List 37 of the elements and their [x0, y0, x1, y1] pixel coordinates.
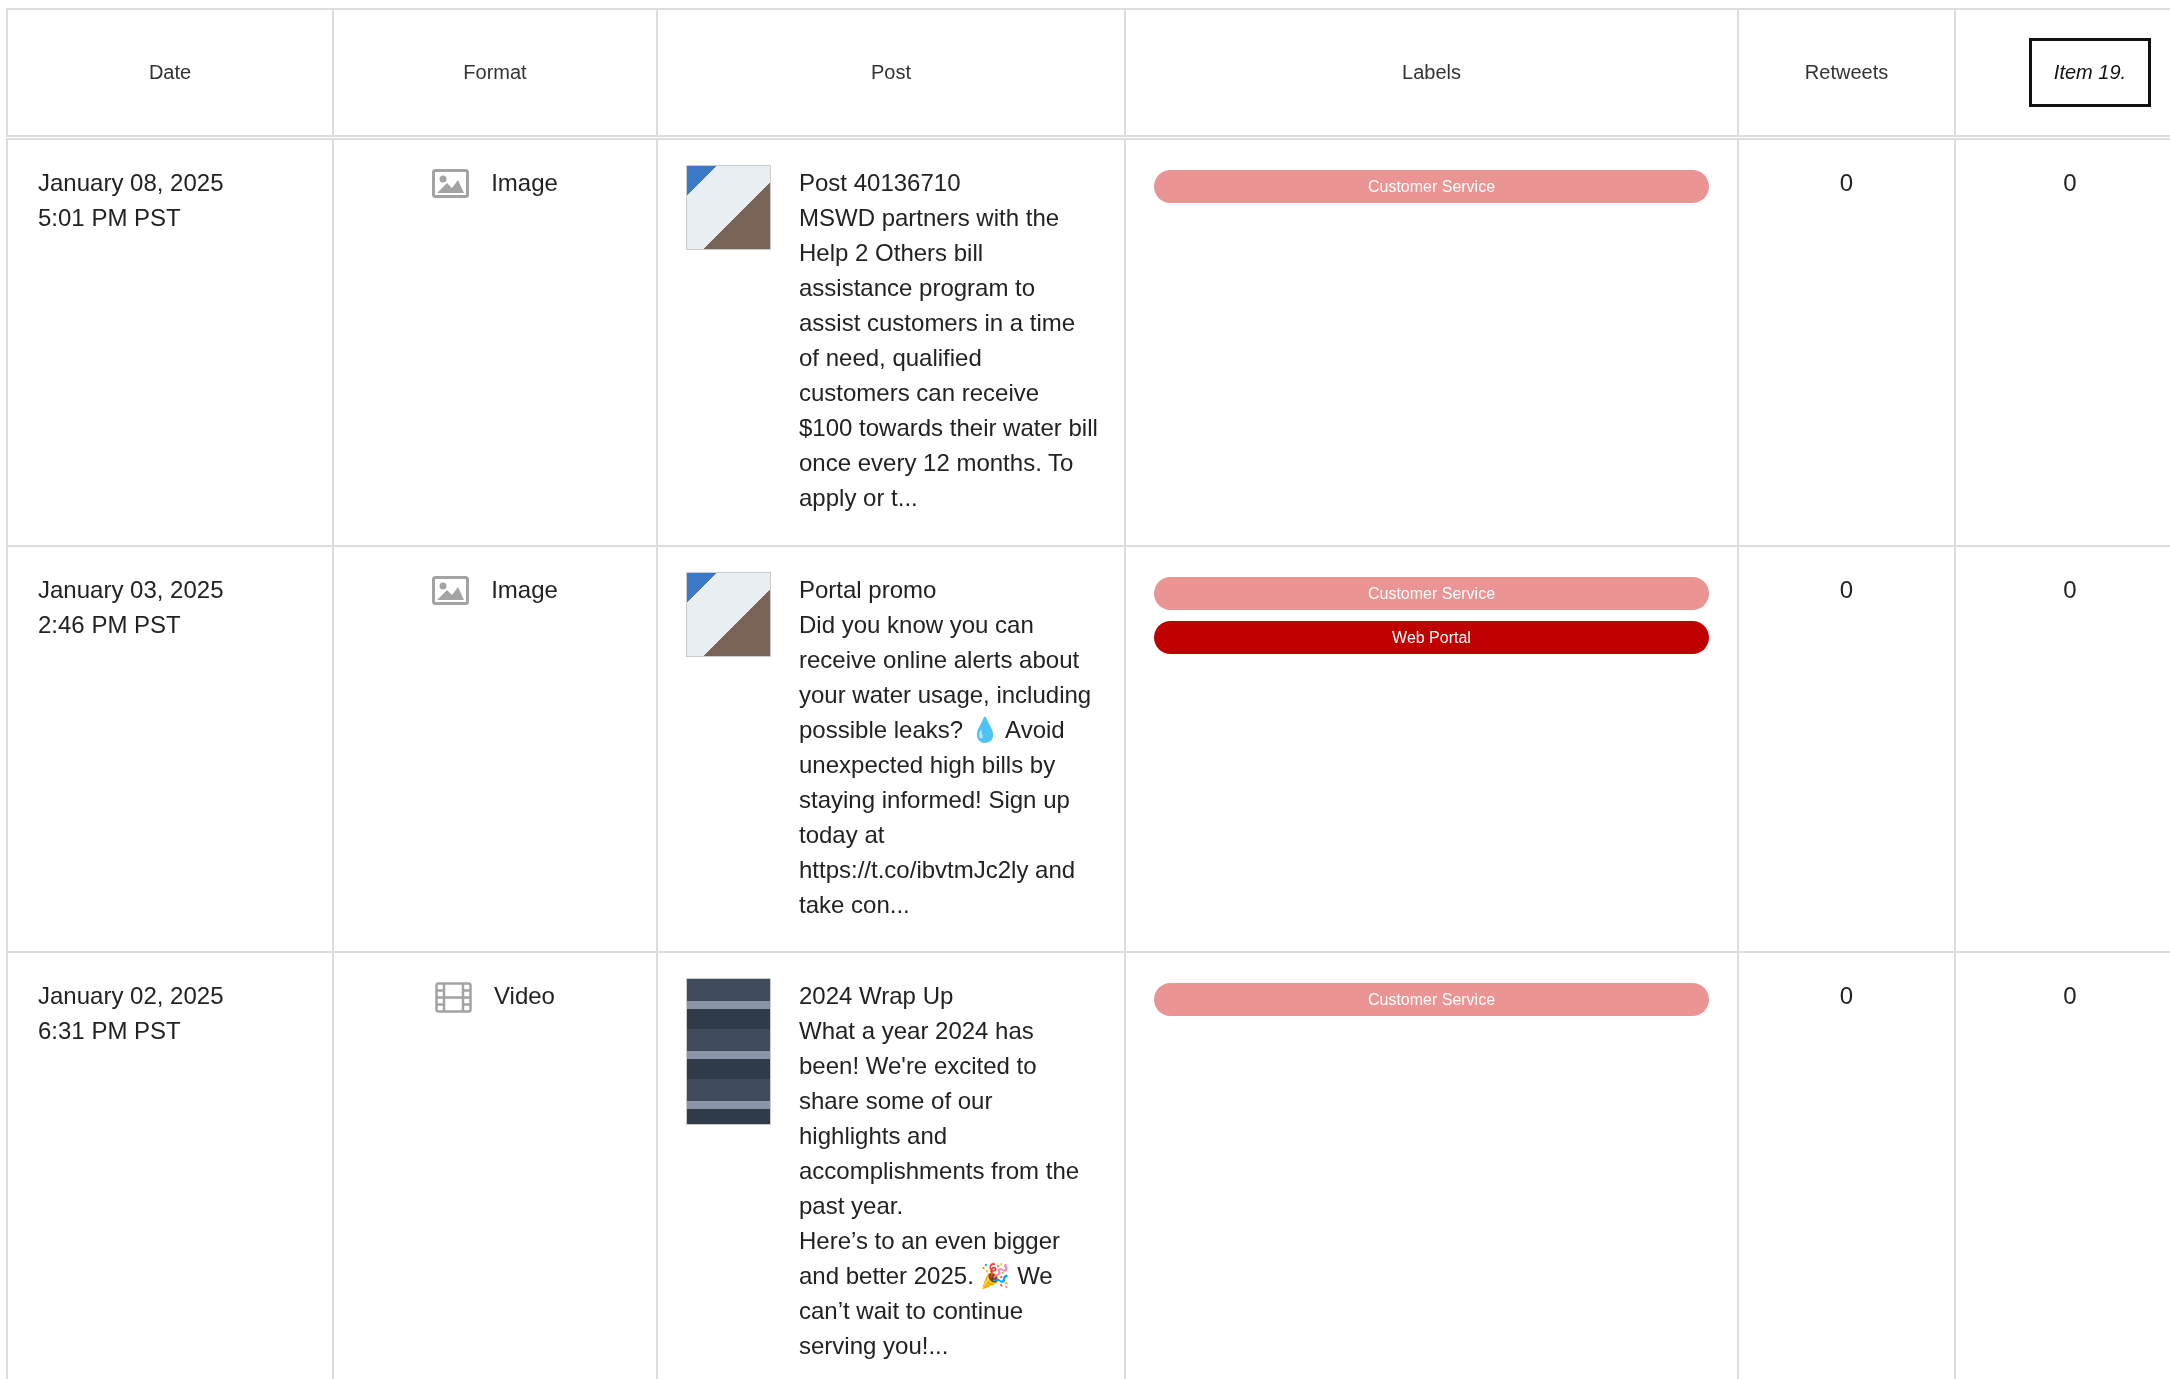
photo-placeholder[interactable] [686, 165, 771, 250]
film-icon [435, 982, 472, 1013]
post-title: 2024 Wrap Up [799, 981, 955, 1011]
post-text: Did you know you can receive online alerts about your water usage, including possible leaks? 💧 Avoid unexpected high bills by staying informed! Sign up today at https://t.co/ibvtmJc2ly and take con... [799, 610, 1093, 920]
label-tag: Web Portal [1154, 621, 1709, 654]
column-header: Date [148, 61, 192, 84]
label-tag: Customer Service [1154, 983, 1709, 1016]
retweet-count: 0 [1839, 576, 1854, 603]
image-icon [432, 169, 470, 198]
post-text: What a year 2024 has been! We're excited to share some of our highlights and accomplishments from the past year. Here’s to an even bigger and better 2025. 🎉 We can’t wait to continue serving you!... [799, 1016, 1081, 1361]
photo-placeholder[interactable] [686, 572, 771, 657]
post-text: MSWD partners with the Help 2 Others bill assistance program to assist customers in a time of need, qualified customers can receive $100 towards their water bill once every 12 months. To apply or t... [799, 203, 1099, 513]
column-header: Format [463, 61, 527, 84]
label-tag: Customer Service [1154, 170, 1709, 203]
post-date: January 03, 2025 [38, 575, 225, 605]
post-time: 5:01 PM PST [38, 203, 182, 233]
column-header: Retweets [1804, 61, 1889, 84]
table-cell: 0 [2063, 169, 2077, 196]
image-icon [432, 576, 470, 605]
table-cell: 0 [2063, 982, 2077, 1009]
retweet-count: 0 [1839, 982, 1854, 1009]
format-label: Image [491, 168, 558, 198]
post-time: 6:31 PM PST [38, 1016, 182, 1046]
post-date: January 02, 2025 [38, 981, 225, 1011]
format-label: Image [491, 575, 558, 605]
column-header: Labels [1402, 61, 1461, 84]
format-label: Video [494, 981, 555, 1011]
table-cell: 0 [2063, 576, 2077, 603]
post-date: January 08, 2025 [38, 168, 225, 198]
post-time: 2:46 PM PST [38, 610, 182, 640]
post-title: Post 40136710 [799, 168, 962, 198]
retweet-count: 0 [1839, 169, 1854, 196]
label-tag: Customer Service [1154, 577, 1709, 610]
column-header: Item 19. [2028, 38, 2152, 107]
column-header: Post [871, 61, 911, 84]
photo-placeholder[interactable] [686, 978, 771, 1125]
post-title: Portal promo [799, 575, 938, 605]
